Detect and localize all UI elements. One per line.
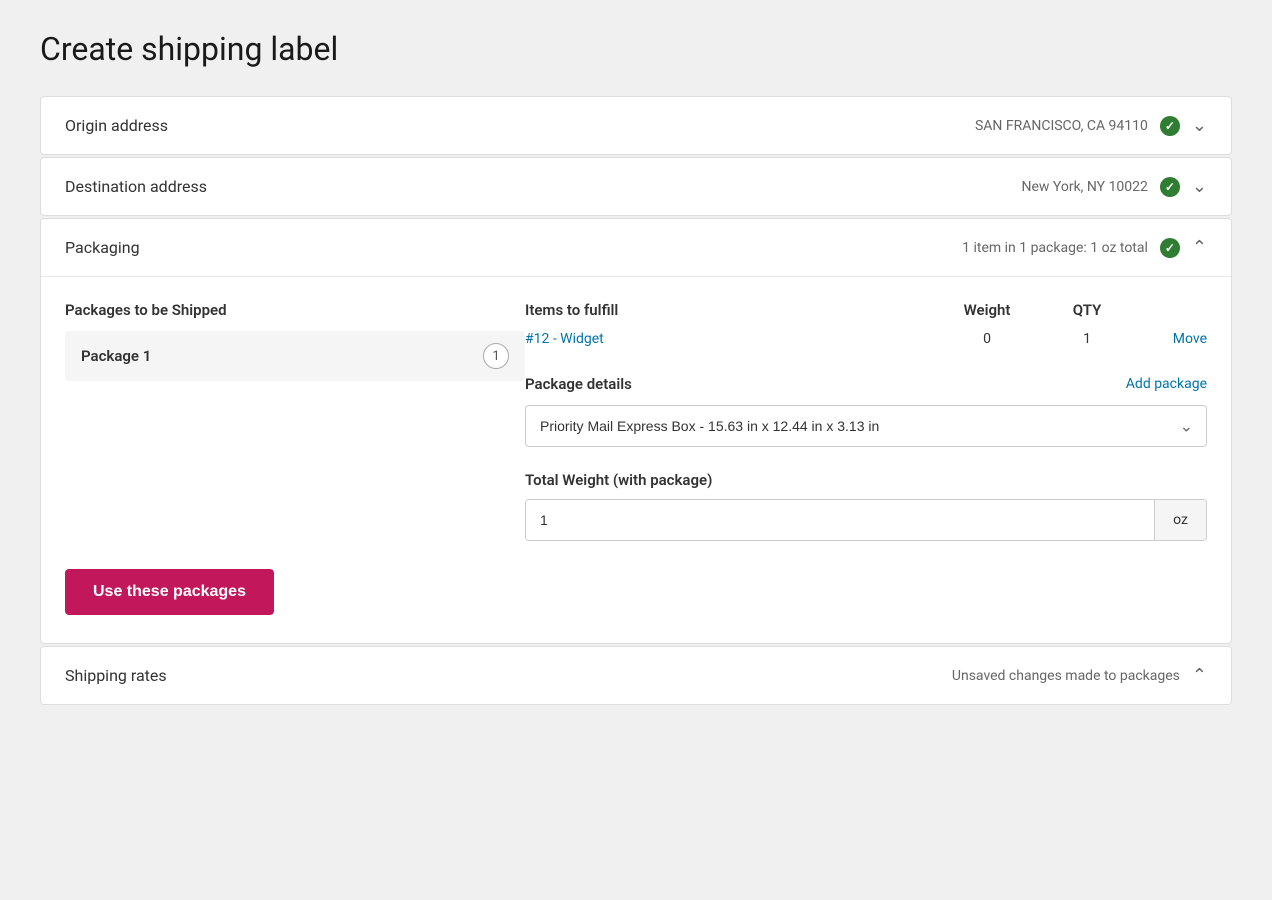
- package-badge: 1: [483, 343, 509, 369]
- origin-verified-icon: [1160, 116, 1180, 136]
- origin-address-section[interactable]: Origin address SAN FRANCISCO, CA 94110 ⌄: [41, 97, 1231, 154]
- destination-address-card: Destination address New York, NY 10022 ⌄: [40, 157, 1232, 216]
- qty-col-header: QTY: [1047, 301, 1127, 319]
- shipping-rates-right: Unsaved changes made to packages ⌃: [952, 665, 1207, 686]
- origin-address-summary: SAN FRANCISCO, CA 94110: [975, 118, 1148, 134]
- destination-address-right: New York, NY 10022 ⌄: [1021, 176, 1207, 197]
- package-name: Package 1: [81, 347, 151, 365]
- packaging-header[interactable]: Packaging 1 item in 1 package: 1 oz tota…: [41, 219, 1231, 277]
- weight-section: Total Weight (with package) oz: [525, 471, 1207, 541]
- package-details-section: Package details Add package Priority Mai…: [525, 375, 1207, 541]
- packages-col-header: Packages to be Shipped: [65, 301, 525, 319]
- items-section: Items to fulfill Weight QTY #12 - Widget…: [525, 301, 1207, 541]
- package-details-header: Package details Add package: [525, 375, 1207, 393]
- destination-address-section[interactable]: Destination address New York, NY 10022 ⌄: [41, 158, 1231, 215]
- destination-address-label: Destination address: [65, 177, 207, 196]
- destination-chevron-icon: ⌄: [1192, 176, 1207, 197]
- weight-input-row: oz: [525, 499, 1207, 541]
- origin-address-label: Origin address: [65, 116, 168, 135]
- move-item-button[interactable]: Move: [1127, 331, 1207, 347]
- packaging-body: Packages to be Shipped Package 1 1 Items…: [41, 277, 1231, 643]
- origin-address-right: SAN FRANCISCO, CA 94110 ⌄: [975, 115, 1207, 136]
- total-weight-label: Total Weight (with package): [525, 471, 1207, 489]
- item-row: #12 - Widget 0 1 Move: [525, 331, 1207, 347]
- shipping-rates-card: Shipping rates Unsaved changes made to p…: [40, 646, 1232, 705]
- shipping-rates-chevron-icon: ⌃: [1192, 665, 1207, 686]
- shipping-rates-header[interactable]: Shipping rates Unsaved changes made to p…: [41, 647, 1231, 704]
- page-title: Create shipping label: [40, 30, 1232, 68]
- weight-col-header: Weight: [927, 301, 1047, 319]
- origin-chevron-icon: ⌄: [1192, 115, 1207, 136]
- package-row: Package 1 1: [65, 331, 525, 381]
- packaging-verified-icon: [1160, 238, 1180, 258]
- page-container: Create shipping label Origin address SAN…: [0, 0, 1272, 900]
- packaging-label: Packaging: [65, 238, 140, 257]
- unsaved-changes-text: Unsaved changes made to packages: [952, 668, 1180, 684]
- packaging-summary: 1 item in 1 package: 1 oz total: [962, 240, 1148, 256]
- shipping-rates-label: Shipping rates: [65, 666, 167, 685]
- packaging-card: Packaging 1 item in 1 package: 1 oz tota…: [40, 218, 1232, 644]
- packages-to-ship-label: Packages to be Shipped: [65, 301, 227, 319]
- packaging-header-right: 1 item in 1 package: 1 oz total ⌃: [962, 237, 1207, 258]
- package-type-select[interactable]: Priority Mail Express Box - 15.63 in x 1…: [525, 405, 1207, 447]
- add-package-button[interactable]: Add package: [1126, 376, 1207, 392]
- package-type-select-wrapper: Priority Mail Express Box - 15.63 in x 1…: [525, 405, 1207, 447]
- items-to-fulfill-label: Items to fulfill: [525, 301, 927, 319]
- packages-section: Packages to be Shipped Package 1 1: [65, 301, 525, 541]
- weight-unit: oz: [1154, 500, 1206, 540]
- packaging-chevron-up-icon: ⌃: [1192, 237, 1207, 258]
- item-weight: 0: [927, 331, 1047, 347]
- package-details-label: Package details: [525, 375, 632, 393]
- item-qty: 1: [1047, 331, 1127, 347]
- destination-verified-icon: [1160, 177, 1180, 197]
- use-packages-button[interactable]: Use these packages: [65, 569, 274, 615]
- origin-address-card: Origin address SAN FRANCISCO, CA 94110 ⌄: [40, 96, 1232, 155]
- destination-address-summary: New York, NY 10022: [1021, 179, 1147, 195]
- items-col-headers: Items to fulfill Weight QTY: [525, 301, 1207, 319]
- weight-input[interactable]: [526, 500, 1154, 540]
- item-link[interactable]: #12 - Widget: [525, 331, 927, 347]
- packaging-columns: Packages to be Shipped Package 1 1 Items…: [65, 301, 1207, 541]
